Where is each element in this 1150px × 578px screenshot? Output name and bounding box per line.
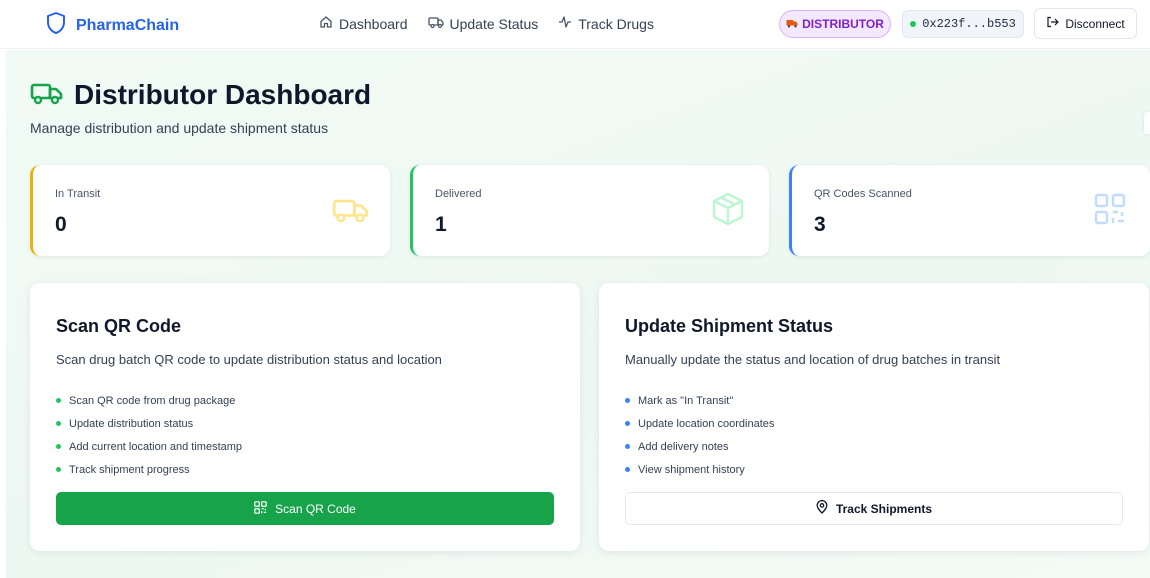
nav-update-status-label: Update Status [449,15,539,32]
role-badge: DISTRIBUTOR [779,10,891,38]
connected-dot-icon [910,21,917,27]
brand-name: PharmaChain [76,16,180,34]
main-nav: Dashboard Update Status Track Drugs [319,15,654,32]
qr-icon [254,500,267,517]
list-item: Update distribution status [56,412,242,435]
stat-value: 0 [55,213,67,236]
bullet-dot-icon [56,421,61,426]
stat-card-qr-scanned: QR Codes Scanned 3 [789,165,1150,256]
page-title: Distributor Dashboard [30,79,371,111]
list-item: Add current location and timestamp [56,435,242,458]
stat-label: Delivered [435,188,482,200]
list-item: View shipment history [625,458,774,481]
bullet-dot-icon [56,467,61,472]
bullet-dot-icon [56,398,61,403]
panel-title: Scan QR Code [56,316,182,336]
brand-logo[interactable]: PharmaChain [46,11,179,40]
nav-dashboard-label: Dashboard [339,15,408,32]
disconnect-label: Disconnect [1065,16,1125,31]
nav-track-drugs-label: Track Drugs [578,15,654,32]
scan-qr-button[interactable]: Scan QR Code [56,492,554,525]
bullet-dot-icon [56,444,61,449]
logout-icon [1046,16,1059,31]
scan-qr-button-label: Scan QR Code [275,501,356,516]
nav-track-drugs[interactable]: Track Drugs [558,15,654,32]
truck-emoji-icon [786,17,798,31]
stat-label: QR Codes Scanned [814,188,912,200]
bullet-dot-icon [625,421,630,426]
truck-icon [332,195,370,230]
list-item: Track shipment progress [56,458,242,481]
stat-card-in-transit: In Transit 0 [30,165,390,256]
activity-icon [558,15,572,32]
bullet-dot-icon [625,467,630,472]
list-item: Update location coordinates [625,412,774,435]
list-item: Add delivery notes [625,435,774,458]
disconnect-button[interactable]: Disconnect [1034,8,1137,39]
bullet-dot-icon [625,444,630,449]
panel-title: Update Shipment Status [625,316,834,336]
top-navbar: PharmaChain Dashboard Update Status Trac… [0,0,1150,49]
panel-description: Manually update the status and location … [625,352,1001,367]
feature-list: Scan QR code from drug package Update di… [56,389,242,481]
list-item: Mark as "In Transit" [625,389,774,412]
update-shipment-panel: Update Shipment Status Manually update t… [599,283,1149,551]
stat-label: In Transit [55,188,101,200]
stat-value: 1 [435,213,447,236]
page-title-text: Distributor Dashboard [74,79,372,110]
page-subtitle: Manage distribution and update shipment … [30,120,329,136]
qr-icon [1094,193,1126,230]
package-icon [711,191,745,232]
shield-icon [46,11,66,40]
truck-icon [30,80,64,111]
track-shipments-button[interactable]: Track Shipments [625,492,1123,525]
scan-qr-panel: Scan QR Code Scan drug batch QR code to … [30,283,580,551]
track-shipments-button-label: Track Shipments [835,501,933,516]
wallet-address[interactable]: 0x223f...b553 [902,10,1024,38]
map-pin-icon [816,500,828,517]
list-item: Scan QR code from drug package [56,389,242,412]
feature-list: Mark as "In Transit" Update location coo… [625,389,774,481]
home-icon [319,15,333,32]
stat-card-delivered: Delivered 1 [410,165,769,256]
truck-icon [427,15,444,32]
stat-value: 3 [814,213,826,236]
bullet-dot-icon [625,398,630,403]
nav-update-status[interactable]: Update Status [427,15,539,32]
nav-dashboard[interactable]: Dashboard [319,15,408,32]
side-edge-handle[interactable] [1144,112,1150,134]
role-badge-label: DISTRIBUTOR [802,17,884,31]
panel-description: Scan drug batch QR code to update distri… [56,352,442,367]
wallet-address-text: 0x223f...b553 [922,17,1016,31]
